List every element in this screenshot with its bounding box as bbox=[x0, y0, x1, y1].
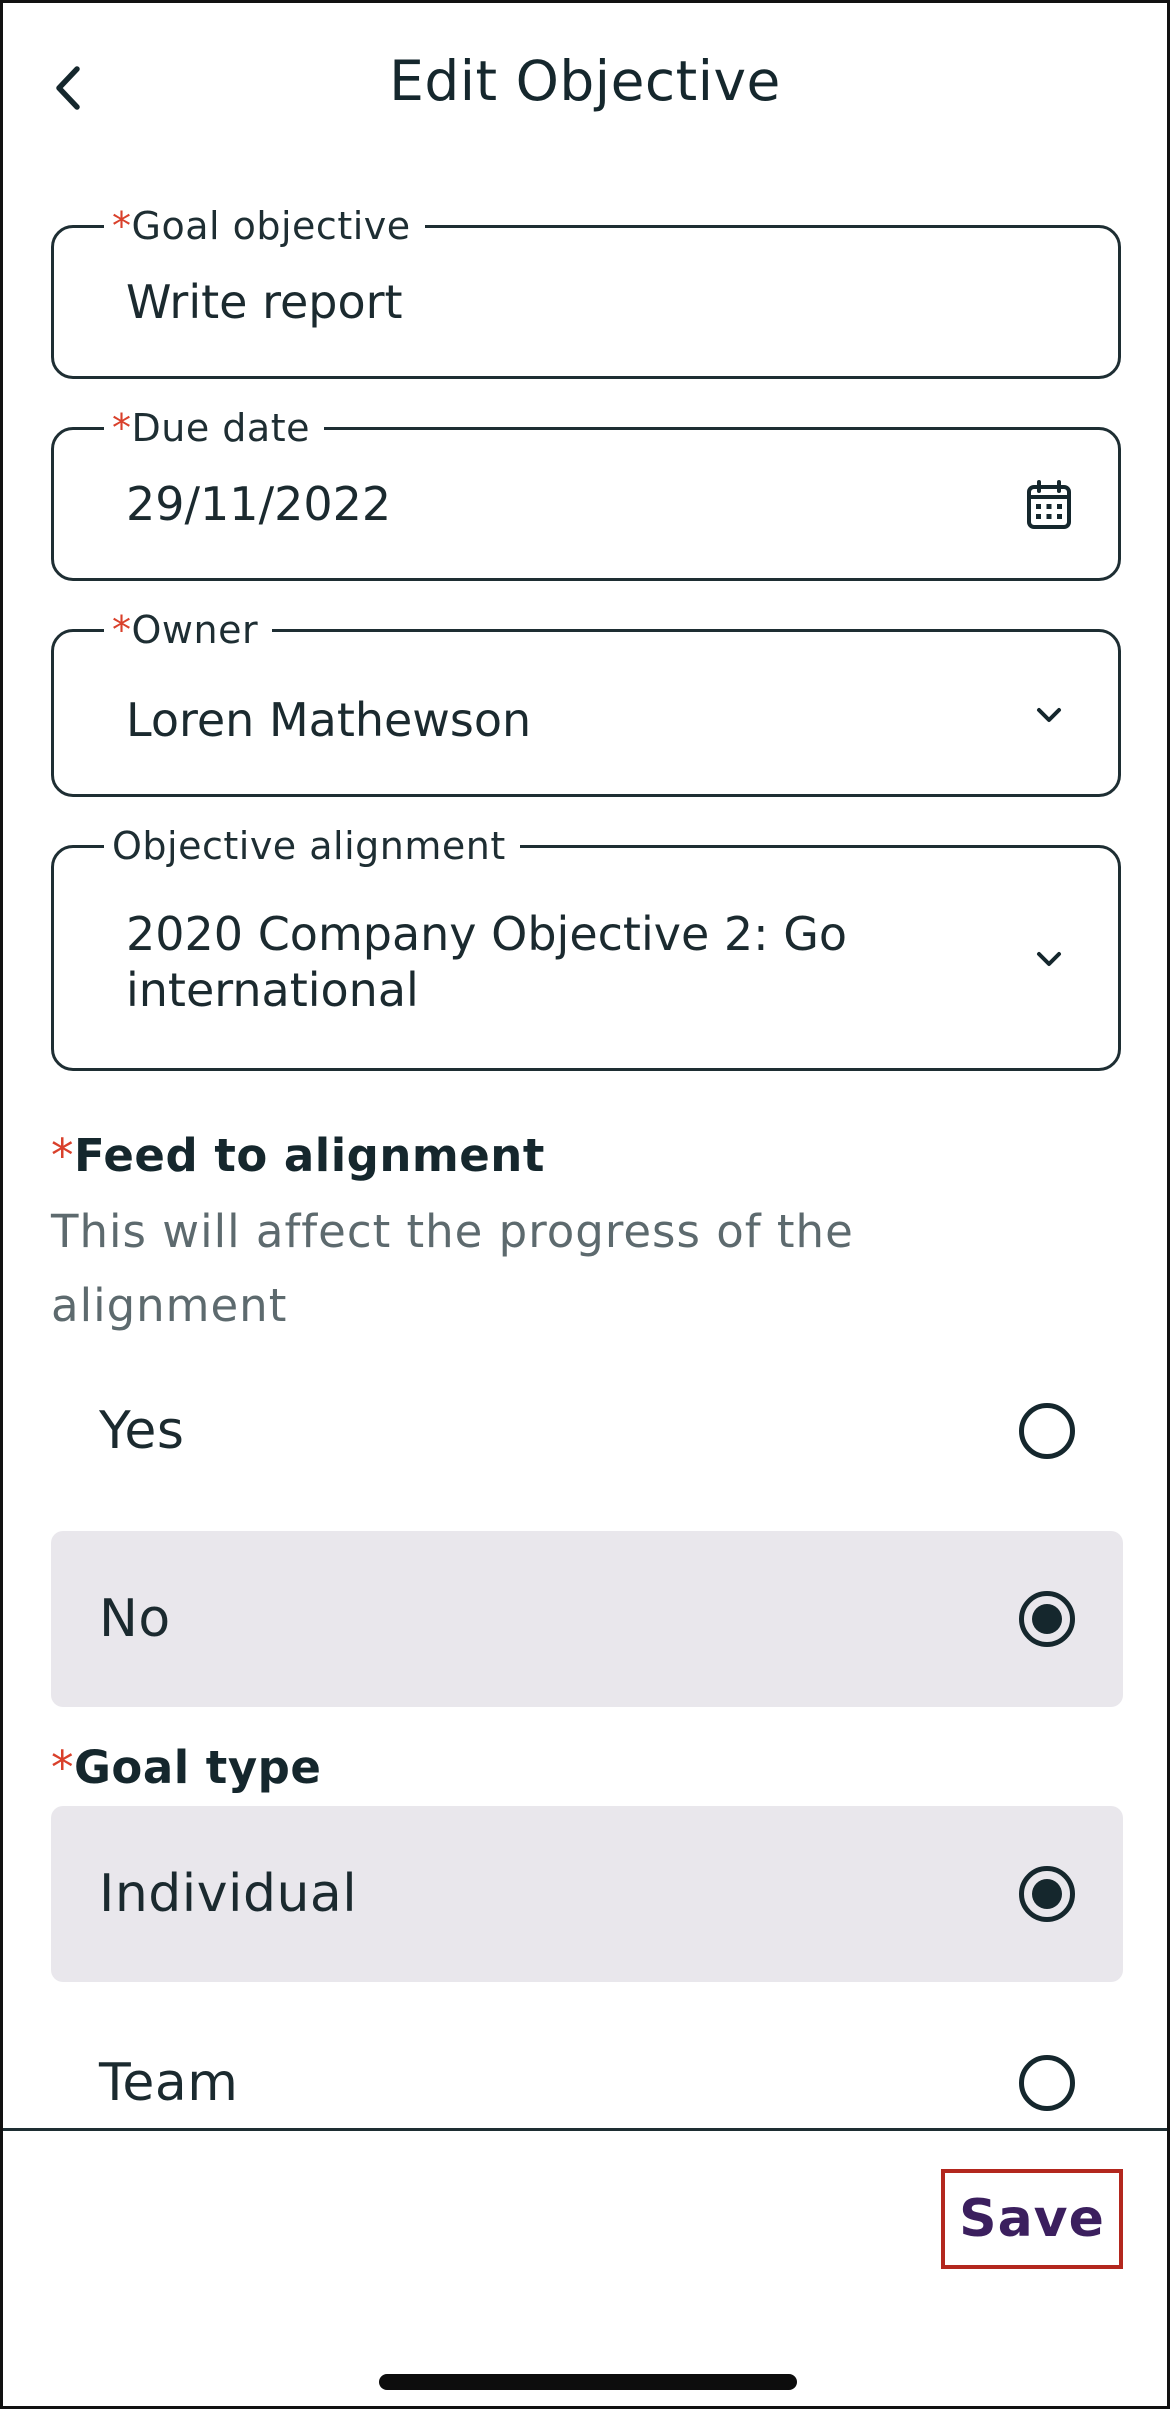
feed-to-alignment-label: *Feed to alignment bbox=[51, 1129, 545, 1182]
goal-type-label: *Goal type bbox=[51, 1741, 322, 1794]
owner-dropdown-toggle[interactable] bbox=[1024, 690, 1074, 740]
goal-objective-field[interactable]: *Goal objective Write report bbox=[51, 203, 1121, 379]
option-label: No bbox=[99, 1589, 171, 1649]
required-mark: * bbox=[112, 204, 132, 248]
save-button[interactable]: Save bbox=[941, 2169, 1123, 2269]
due-date-field[interactable]: *Due date 29/11/2022 bbox=[51, 405, 1121, 581]
option-label: Yes bbox=[99, 1401, 185, 1461]
goal-objective-value: Write report bbox=[126, 275, 403, 329]
radio-selected-icon[interactable] bbox=[1019, 1866, 1075, 1922]
page-title: Edit Objective bbox=[389, 49, 781, 113]
owner-label: *Owner bbox=[104, 607, 273, 653]
objective-alignment-field[interactable]: Objective alignment 2020 Company Objecti… bbox=[51, 823, 1121, 1071]
due-date-value: 29/11/2022 bbox=[126, 477, 392, 531]
radio-dot bbox=[1032, 1604, 1062, 1634]
chevron-down-icon bbox=[1037, 952, 1061, 966]
calendar-icon bbox=[1027, 480, 1071, 529]
home-indicator[interactable] bbox=[379, 2374, 797, 2390]
objective-alignment-label: Objective alignment bbox=[104, 823, 520, 869]
feed-to-alignment-help: This will affect the progress of the ali… bbox=[51, 1205, 854, 1332]
chevron-down-icon bbox=[1037, 708, 1061, 722]
option-label: Individual bbox=[99, 1864, 358, 1924]
calendar-button[interactable] bbox=[1024, 480, 1074, 530]
objective-alignment-dropdown-toggle[interactable] bbox=[1024, 934, 1074, 984]
required-mark: * bbox=[51, 1741, 74, 1794]
required-mark: * bbox=[112, 406, 132, 450]
owner-value: Loren Mathewson bbox=[126, 693, 532, 747]
radio-selected-icon[interactable] bbox=[1019, 1591, 1075, 1647]
header: Edit Objective bbox=[3, 3, 1167, 173]
screen: Edit Objective *Goal objective Write rep… bbox=[0, 0, 1170, 2409]
owner-field[interactable]: *Owner Loren Mathewson bbox=[51, 607, 1121, 797]
required-mark: * bbox=[51, 1129, 74, 1182]
required-mark: * bbox=[112, 608, 132, 652]
footer: Save bbox=[3, 2131, 1167, 2406]
feed-option-no[interactable]: No bbox=[51, 1531, 1123, 1707]
due-date-label: *Due date bbox=[104, 405, 324, 451]
option-label: Team bbox=[99, 2053, 239, 2113]
radio-unselected-icon[interactable] bbox=[1019, 2055, 1075, 2111]
goal-type-option-individual[interactable]: Individual bbox=[51, 1806, 1123, 1982]
radio-unselected-icon[interactable] bbox=[1019, 1403, 1075, 1459]
goal-objective-label: *Goal objective bbox=[104, 203, 425, 249]
feed-option-yes[interactable]: Yes bbox=[51, 1343, 1123, 1519]
radio-dot bbox=[1032, 1879, 1062, 1909]
objective-alignment-value: 2020 Company Objective 2: Go internation… bbox=[126, 907, 848, 1017]
